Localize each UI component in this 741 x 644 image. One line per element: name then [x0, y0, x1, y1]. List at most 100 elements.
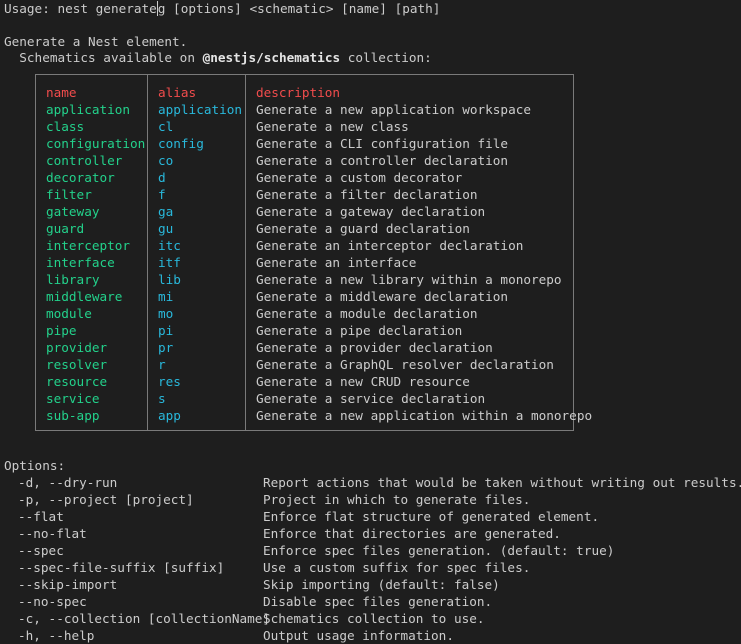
schematic-name: interceptor [46, 238, 131, 253]
schematic-alias: pr [158, 340, 174, 355]
schematic-alias: gu [158, 221, 174, 236]
schematic-description: Generate a middleware declaration [256, 289, 509, 304]
schematic-name: provider [46, 340, 108, 355]
schematic-alias: mo [158, 306, 174, 321]
collection-name: @nestjs/schematics [202, 50, 341, 65]
option-flag: -h, --help [18, 628, 95, 643]
schematic-alias: d [158, 170, 166, 185]
schematic-name: module [46, 306, 92, 321]
table-row: middleware mi Generate a middleware declar… [36, 288, 573, 305]
table-row: sub-app app Generate a new application wit… [36, 407, 592, 424]
usage-text: Usage: nest generate [4, 1, 157, 16]
intro-line: Generate a Nest element. [4, 34, 188, 49]
schematics-table: name alias description application applic… [35, 74, 592, 431]
option-row: --flat Enforce flat structure of generate… [0, 508, 741, 525]
schematic-description: Generate a controller declaration [256, 153, 509, 168]
schematic-name: sub-app [46, 408, 100, 423]
option-row: -p, --project [project] Project in which … [0, 491, 741, 508]
schematic-description: Generate a GraphQL resolver declaration [256, 357, 554, 372]
usage-text-rest: g [options] <schematic> [name] [path] [157, 1, 441, 16]
option-flag: -d, --dry-run [18, 475, 118, 490]
collection-line: Schematics available on @nestjs/schemati… [4, 49, 432, 66]
option-description: Report actions that would be taken witho… [263, 475, 741, 490]
schematic-alias: f [158, 187, 166, 202]
schematic-alias: pi [158, 323, 174, 338]
header-name: name [46, 85, 77, 100]
option-flag: --spec [18, 543, 64, 558]
option-row: -c, --collection [collectionName] Schemat… [0, 610, 741, 627]
schematic-name: class [46, 119, 85, 134]
schematic-description: Generate a new CRUD resource [256, 374, 470, 389]
option-flag: -p, --project [project] [18, 492, 194, 507]
schematic-alias: itc [158, 238, 181, 253]
option-description: Enforce that directories are generated. [263, 526, 561, 541]
schematic-description: Generate a module declaration [256, 306, 478, 321]
schematic-alias: co [158, 153, 174, 168]
option-flag: --skip-import [18, 577, 118, 592]
schematic-name: resolver [46, 357, 108, 372]
option-row: --no-flat Enforce that directories are ge… [0, 525, 741, 542]
table-row: pipe pi Generate a pipe declaration [36, 322, 573, 339]
schematic-alias: cl [158, 119, 174, 134]
usage-line: Usage: nest generateg [options] <schemat… [4, 0, 440, 17]
schematic-alias: app [158, 408, 181, 423]
schematic-description: Generate a guard declaration [256, 221, 470, 236]
schematic-name: pipe [46, 323, 77, 338]
schematic-alias: res [158, 374, 181, 389]
collection-prefix: Schematics available on [4, 50, 203, 65]
option-description: Schematics collection to use. [263, 611, 485, 626]
schematic-description: Generate a gateway declaration [256, 204, 486, 219]
option-flag: -c, --collection [collectionName] [18, 611, 271, 626]
schematic-alias: config [158, 136, 204, 151]
options-heading: Options: [4, 458, 66, 473]
schematic-description: Generate a new application workspace [256, 102, 531, 117]
schematic-description: Generate a new application within a mono… [256, 408, 593, 423]
option-description: Disable spec files generation. [263, 594, 493, 609]
table-row: guard gu Generate a guard declaration [36, 220, 573, 237]
table-row: filter f Generate a filter declaration [36, 186, 573, 203]
schematic-alias: r [158, 357, 166, 372]
schematic-name: service [46, 391, 100, 406]
schematic-name: configuration [46, 136, 146, 151]
option-row: --spec-file-suffix [suffix] Use a custom … [0, 559, 741, 576]
option-row: --skip-import Skip importing (default: fa… [0, 576, 741, 593]
option-row: -d, --dry-run Report actions that would b… [0, 474, 741, 491]
schematic-description: Generate a filter declaration [256, 187, 478, 202]
collection-suffix: collection: [340, 50, 432, 65]
option-flag: --flat [18, 509, 64, 524]
schematic-alias: itf [158, 255, 181, 270]
option-row: -h, --help Output usage information. [0, 627, 741, 644]
schematic-name: interface [46, 255, 115, 270]
option-flag: --no-spec [18, 594, 87, 609]
table-row: controller co Generate a controller declar… [36, 152, 573, 169]
table-row: decorator d Generate a custom decorator [36, 169, 573, 186]
schematic-description: Generate a provider declaration [256, 340, 493, 355]
schematic-name: gateway [46, 204, 100, 219]
schematic-name: filter [46, 187, 92, 202]
schematic-name: middleware [46, 289, 123, 304]
schematic-description: Generate a CLI configuration file [256, 136, 509, 151]
header-alias: alias [158, 85, 197, 100]
table-row: interceptor itc Generate an interceptor de… [36, 237, 573, 254]
table-row: service s Generate a service declaration [36, 390, 573, 407]
schematic-description: Generate an interface [256, 255, 417, 270]
schematic-alias: application [158, 102, 243, 117]
option-description: Project in which to generate files. [263, 492, 531, 507]
option-description: Skip importing (default: false) [263, 577, 500, 592]
table-row: gateway ga Generate a gateway declaration [36, 203, 573, 220]
table-row: resolver r Generate a GraphQL resolver dec… [36, 356, 573, 373]
option-row: --spec Enforce spec files generation. (de… [0, 542, 741, 559]
table-row: application application Generate a new app… [36, 101, 573, 118]
table-row: configuration config Generate a CLI config… [36, 135, 573, 152]
option-flag: --no-flat [18, 526, 87, 541]
schematic-description: Generate a pipe declaration [256, 323, 463, 338]
header-description: description [256, 85, 341, 100]
schematic-name: guard [46, 221, 85, 236]
schematic-name: decorator [46, 170, 115, 185]
table-row: class cl Generate a new class [36, 118, 573, 135]
option-description: Enforce flat structure of generated elem… [263, 509, 600, 524]
table-row: resource res Generate a new CRUD resource [36, 373, 573, 390]
schematic-description: Generate a custom decorator [256, 170, 463, 185]
table-header-row: name alias description [36, 84, 573, 101]
schematic-name: controller [46, 153, 123, 168]
